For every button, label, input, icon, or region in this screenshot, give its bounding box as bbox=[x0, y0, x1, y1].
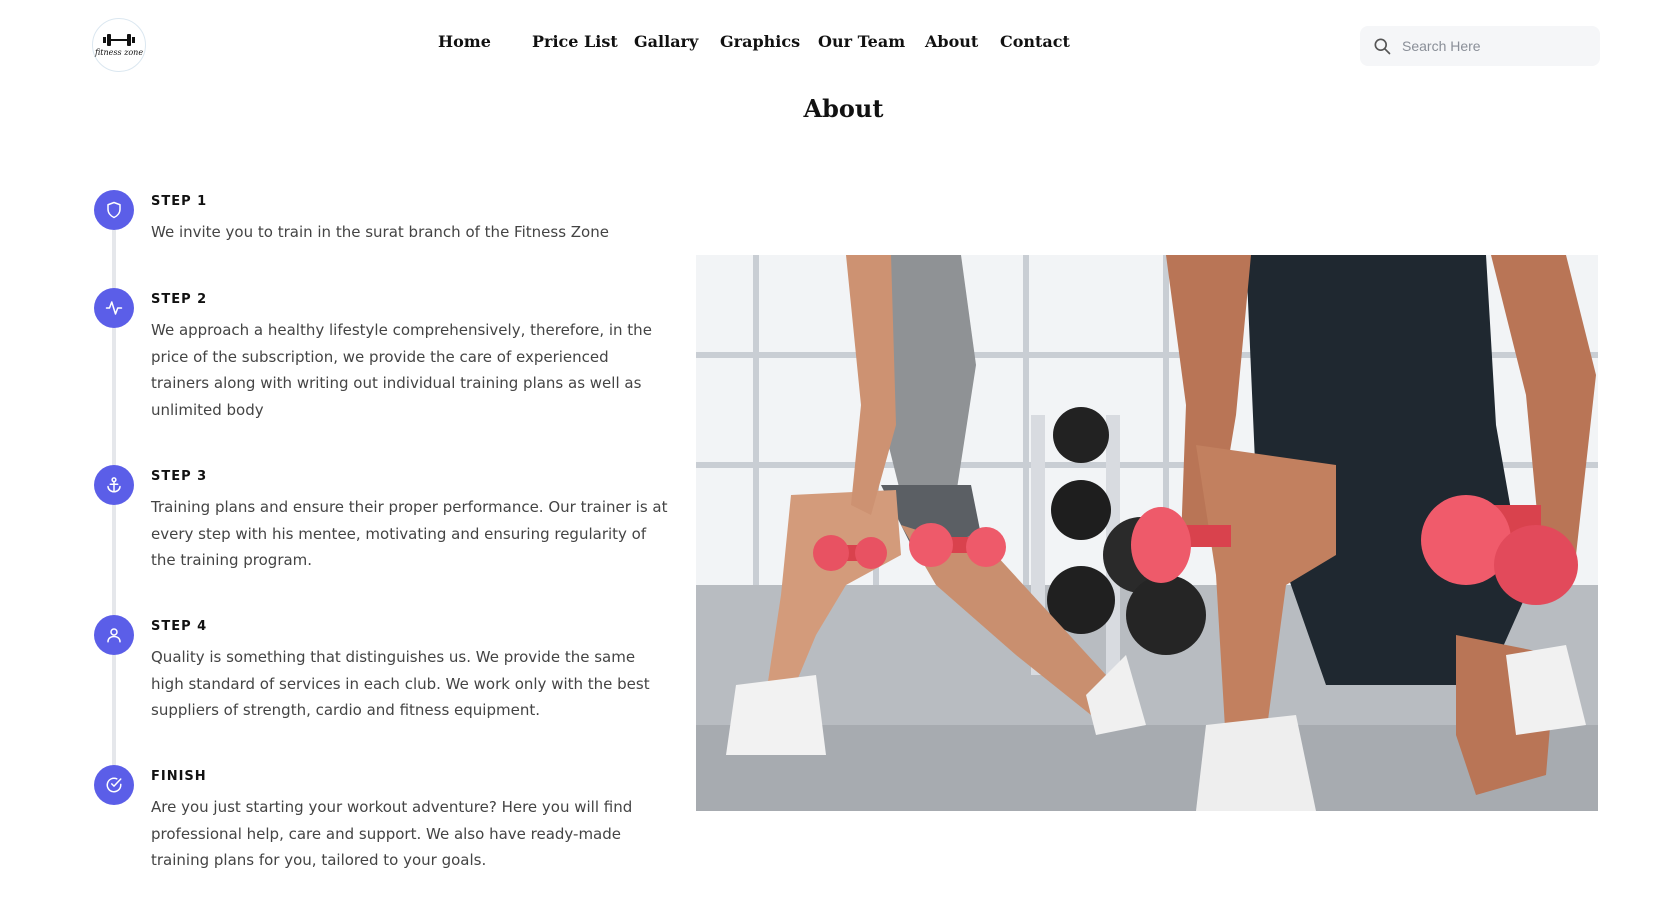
search-input[interactable] bbox=[1402, 38, 1592, 54]
step-label: STEP 1 bbox=[151, 194, 208, 209]
step-description: Quality is something that distinguishes … bbox=[151, 648, 650, 719]
search-icon[interactable] bbox=[1372, 36, 1392, 56]
timeline-step-4: STEP 4 Quality is something that disting… bbox=[94, 615, 674, 735]
shield-icon bbox=[94, 190, 134, 230]
site-header: fitness zone Home Price List Gallary Gra… bbox=[0, 0, 1667, 90]
nav-home[interactable]: Home bbox=[438, 32, 491, 51]
user-icon bbox=[94, 615, 134, 655]
step-description: We approach a healthy lifestyle comprehe… bbox=[151, 321, 652, 419]
nav-gallary[interactable]: Gallary bbox=[634, 32, 698, 51]
check-circle-icon bbox=[94, 765, 134, 805]
timeline-step-2: STEP 2 We approach a healthy lifestyle c… bbox=[94, 288, 674, 428]
activity-icon bbox=[94, 288, 134, 328]
nav-price-list[interactable]: Price List bbox=[532, 32, 618, 51]
timeline-step-finish: FINISH Are you just starting your workou… bbox=[94, 765, 674, 885]
nav-about[interactable]: About bbox=[925, 32, 978, 51]
anchor-icon bbox=[94, 465, 134, 505]
step-label: STEP 4 bbox=[151, 619, 208, 634]
step-description: Are you just starting your workout adven… bbox=[151, 798, 633, 869]
nav-our-team[interactable]: Our Team bbox=[818, 32, 905, 51]
timeline-step-3: STEP 3 Training plans and ensure their p… bbox=[94, 465, 674, 585]
step-description: We invite you to train in the surat bran… bbox=[151, 223, 609, 241]
search-box bbox=[1360, 26, 1600, 66]
step-description: Training plans and ensure their proper p… bbox=[151, 498, 668, 569]
step-label: STEP 2 bbox=[151, 292, 208, 307]
step-label: STEP 3 bbox=[151, 469, 208, 484]
gym-workout-photo bbox=[696, 255, 1598, 811]
step-label: FINISH bbox=[151, 769, 207, 784]
nav-contact[interactable]: Contact bbox=[1000, 32, 1070, 51]
page-title: About bbox=[803, 94, 884, 123]
timeline-step-1: STEP 1 We invite you to train in the sur… bbox=[94, 190, 674, 260]
nav-graphics[interactable]: Graphics bbox=[720, 32, 800, 51]
